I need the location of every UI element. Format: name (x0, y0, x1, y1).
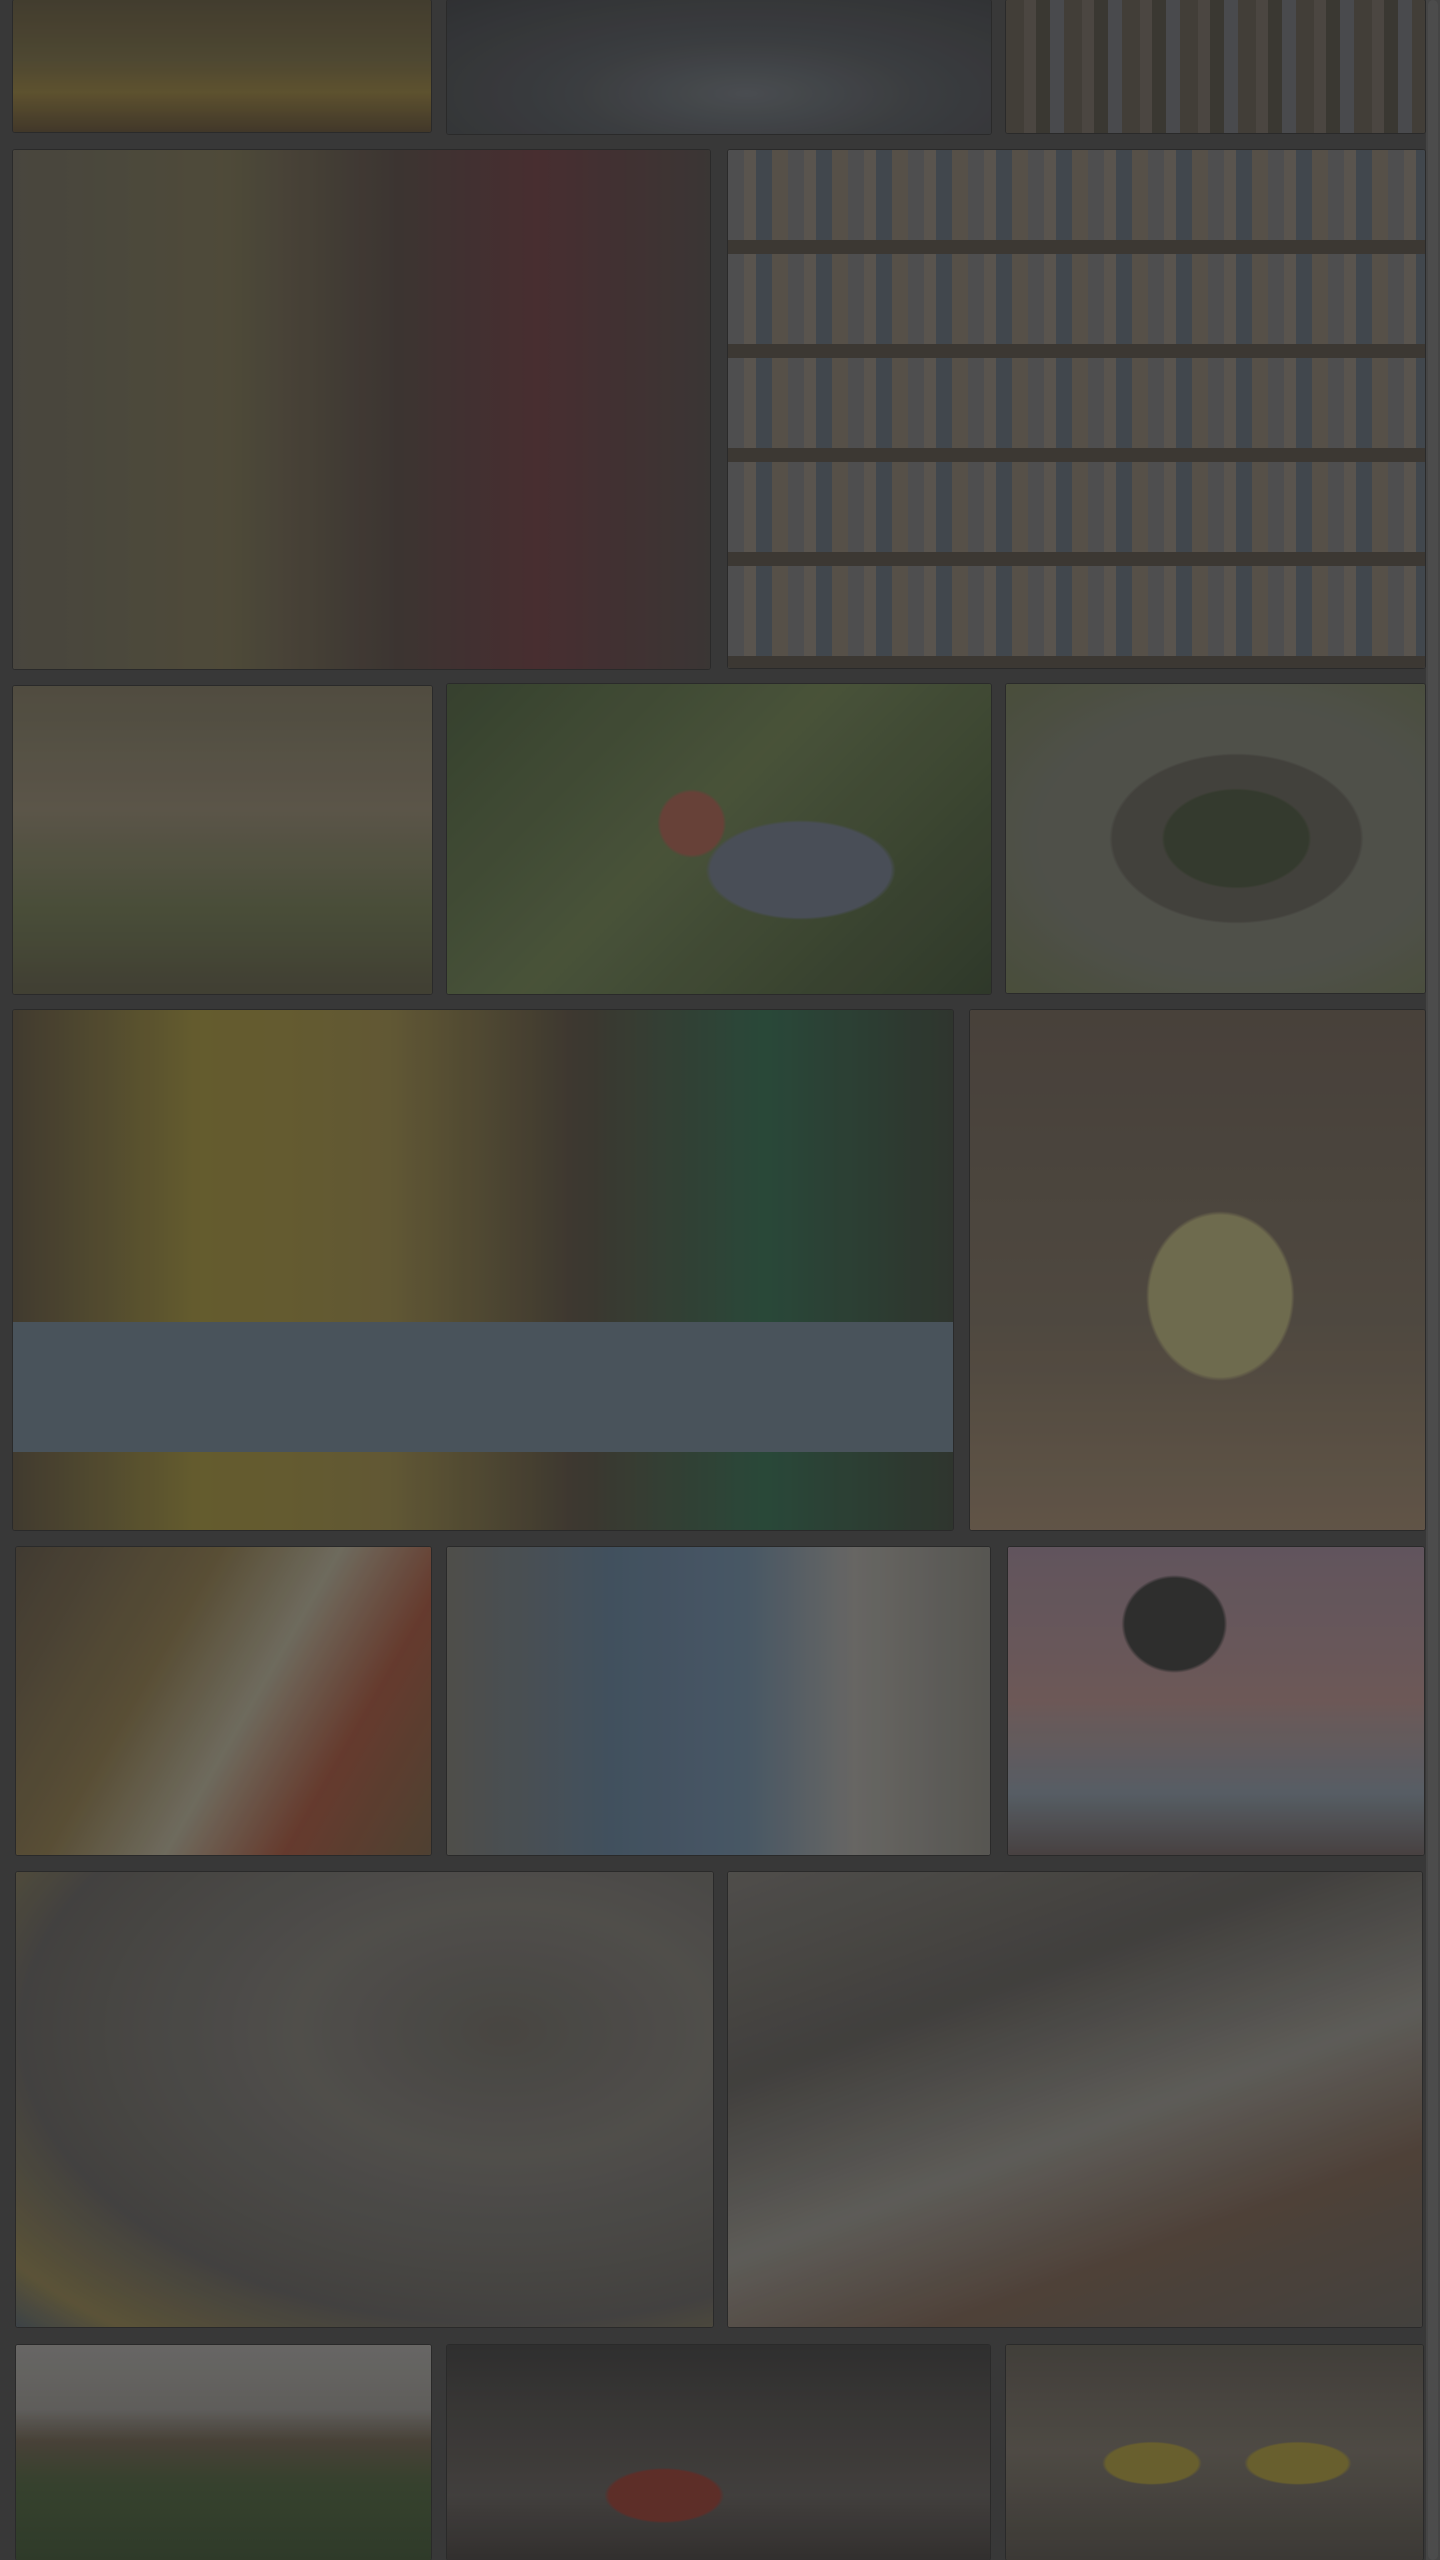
photo-crowd[interactable] (447, 2345, 990, 2560)
photo-blur[interactable] (16, 1872, 713, 2327)
photo-uniforms[interactable] (447, 1547, 990, 1855)
photo-girl-book[interactable] (970, 1010, 1425, 1530)
page-scrollbar[interactable] (1426, 0, 1440, 2560)
photo-woman-shelf[interactable] (13, 150, 710, 669)
scrollbar-thumb[interactable] (1428, 0, 1438, 2560)
photo-table-book[interactable] (16, 1547, 431, 1855)
photo-outdoor-pair[interactable] (13, 686, 432, 994)
photo-desks[interactable] (728, 1872, 1422, 2327)
photo-dim-room[interactable] (447, 0, 991, 134)
photo-foliage[interactable] (447, 684, 991, 994)
photo-field[interactable] (16, 2345, 431, 2560)
photo-library[interactable] (728, 150, 1425, 668)
photo-bookshelf[interactable] (1006, 0, 1425, 133)
photo-gallery-grid (0, 0, 1440, 2560)
photo-book-pile[interactable] (1008, 1547, 1424, 1855)
photo-yellow-kids[interactable] (1006, 2345, 1423, 2560)
photo-classroom-yellow[interactable] (13, 0, 431, 132)
photo-pipe[interactable] (1006, 684, 1425, 993)
photo-reading-pair[interactable] (13, 1010, 953, 1530)
